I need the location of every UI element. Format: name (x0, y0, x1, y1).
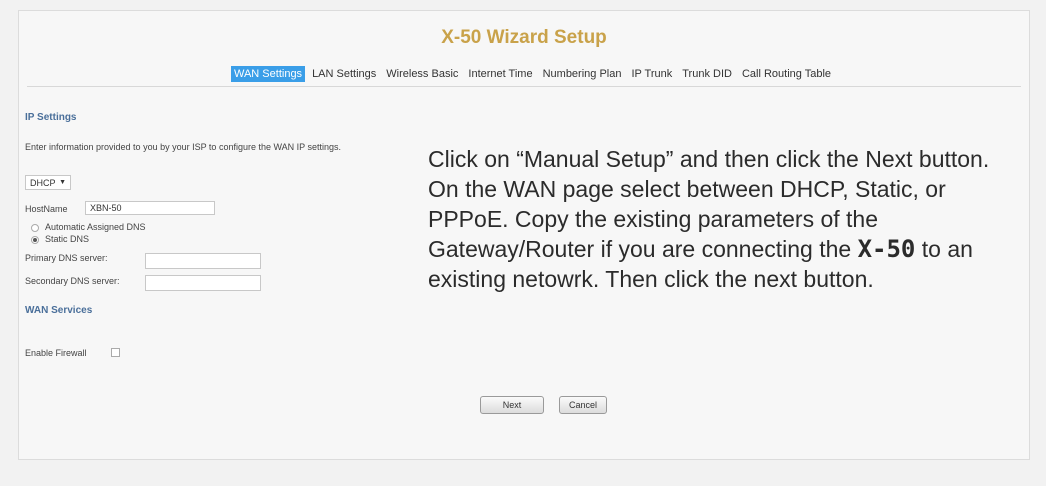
tab-wan-settings[interactable]: WAN Settings (231, 66, 306, 82)
firewall-checkbox[interactable] (111, 348, 120, 357)
primary-dns-label: Primary DNS server: (25, 253, 108, 263)
tab-divider (27, 86, 1021, 87)
wizard-panel: X-50 Wizard Setup WAN Settings LAN Setti… (18, 10, 1030, 460)
firewall-label: Enable Firewall (25, 348, 87, 358)
dns-static-label: Static DNS (45, 234, 90, 244)
hostname-label: HostName (25, 204, 68, 214)
tab-call-routing-table[interactable]: Call Routing Table (739, 66, 834, 82)
ip-settings-description: Enter information provided to you by you… (25, 142, 341, 152)
primary-dns-input[interactable] (145, 253, 261, 269)
tab-numbering-plan[interactable]: Numbering Plan (540, 66, 625, 82)
tab-ip-trunk[interactable]: IP Trunk (628, 66, 675, 82)
tab-lan-settings[interactable]: LAN Settings (309, 66, 379, 82)
dns-auto-label: Automatic Assigned DNS (45, 222, 146, 232)
product-name: X-50 (857, 235, 916, 263)
instructions-text: Click on “Manual Setup” and then click t… (428, 144, 1018, 294)
secondary-dns-input[interactable] (145, 275, 261, 291)
cancel-button[interactable]: Cancel (559, 396, 607, 414)
tab-trunk-did[interactable]: Trunk DID (679, 66, 735, 82)
tab-wireless-basic[interactable]: Wireless Basic (383, 66, 461, 82)
secondary-dns-label: Secondary DNS server: (25, 276, 120, 286)
hostname-input[interactable]: XBN-50 (85, 201, 215, 215)
page-title: X-50 Wizard Setup (441, 27, 607, 48)
wan-mode-select[interactable]: DHCP ▼ (25, 175, 71, 190)
tab-bar: WAN Settings LAN Settings Wireless Basic… (231, 66, 838, 82)
ip-settings-heading: IP Settings (25, 112, 77, 123)
wan-services-heading: WAN Services (25, 305, 93, 316)
dns-auto-radio[interactable] (31, 224, 39, 232)
next-button[interactable]: Next (480, 396, 544, 414)
tab-internet-time[interactable]: Internet Time (465, 66, 535, 82)
chevron-down-icon: ▼ (59, 179, 66, 186)
dns-static-radio[interactable] (31, 236, 39, 244)
wan-mode-value: DHCP (30, 177, 56, 188)
